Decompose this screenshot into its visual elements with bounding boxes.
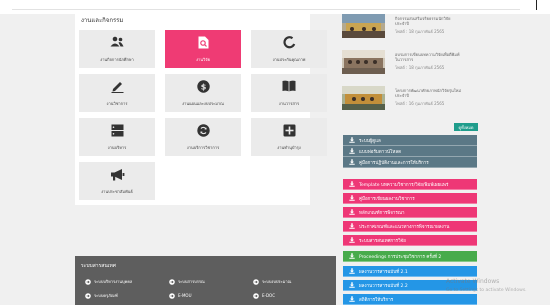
link-item[interactable]: แบบฟอร์มดาวน์โหลด [343, 146, 477, 157]
footer-link[interactable]: E-DOC [253, 292, 275, 299]
tile-label: งานบริหาร [107, 145, 127, 150]
arrow-circle-icon [253, 278, 259, 285]
news-title: อบรมการเขียนบทความวิจัยเพื่อตีพิมพ์ ในวาร… [395, 52, 460, 62]
text-cursor [536, 0, 537, 10]
link-item[interactable]: Proceedings การประชุมวิชาการ ครั้งที่ 2 [343, 251, 477, 262]
book-icon [251, 80, 327, 93]
link-item[interactable]: คู่มือการเขียนผลงานวิชาการ [343, 193, 477, 204]
info-systems-footer: ระบบสารสนเทศ ระบบบริหารงานบุคคล ระบบสารบ… [75, 256, 336, 305]
activation-watermark-title: Activate Windows [446, 278, 500, 285]
link-item[interactable]: ระบบผู้ดูแล [343, 135, 477, 146]
news-date: โพสต์ : 18 กุมภาพันธ์ 2565 [395, 65, 445, 70]
footer-link[interactable]: ระบบงบประมาณ [253, 278, 291, 285]
plus-square-icon [251, 124, 327, 137]
news-title: โครงการพัฒนาศักยภาพนักวิจัยรุ่นใหม่ ประจำ… [395, 88, 461, 98]
tile-maintenance[interactable]: งานทำนุบำรุง [251, 118, 327, 156]
tile-public-relations[interactable]: งานประชาสัมพันธ์ [79, 162, 155, 200]
link-item[interactable]: Template บทความวิชาการ/วิจัย/พิมพ์เผยแพร… [343, 179, 477, 190]
tile-plan-budget[interactable]: $ งานแผนและงบประมาณ [165, 74, 241, 112]
tile-label: งานบริการวิชาการ [186, 145, 220, 150]
tile-journal[interactable]: งานวารสาร [251, 74, 327, 112]
news-item[interactable]: อบรมการเขียนบทความวิจัยเพื่อตีพิมพ์ ในวาร… [340, 48, 480, 76]
download-icon [349, 181, 355, 187]
tile-label: งานประกันคุณภาพ [272, 57, 306, 62]
users-icon [79, 36, 155, 49]
link-item[interactable]: สถิติการให้บริการ [343, 294, 477, 305]
tile-academic-service[interactable]: งานบริการวิชาการ [165, 118, 241, 156]
arrow-circle-icon [169, 292, 175, 299]
tile-research[interactable]: งานวิจัย [165, 30, 241, 68]
news-thumbnail [342, 86, 385, 110]
svg-text:$: $ [200, 83, 206, 92]
footer-link[interactable]: ระบบครุภัณฑ์ [85, 292, 118, 299]
download-icon [349, 159, 355, 165]
tile-label: งานวิจัย [196, 57, 210, 62]
news-title: กิจกรรมส่งเสริมจริยธรรมนักวิจัย ประจำปี [395, 16, 451, 26]
activation-watermark-subtitle: Go to Settings to activate Windows. [446, 288, 527, 293]
news-item[interactable]: โครงการพัฒนาศักยภาพนักวิจัยรุ่นใหม่ ประจำ… [340, 84, 480, 112]
download-icon [349, 223, 355, 229]
arrow-circle-icon [85, 292, 91, 299]
dollar-icon: $ [165, 80, 241, 93]
tile-administration[interactable]: งานบริหาร [79, 118, 155, 156]
arrow-circle-icon [85, 278, 91, 285]
link-item[interactable]: คู่มือการปฏิบัติงานและการให้บริการ [343, 157, 477, 168]
link-item[interactable]: ผลงานวารสารฉบับที่ 2.1 [343, 266, 477, 277]
tile-label: งานกิจการนักศึกษา [100, 57, 134, 62]
arrow-circle-icon [169, 278, 175, 285]
tile-academic[interactable]: งานวิชาการ [79, 74, 155, 112]
footer-link[interactable]: E-MOU [169, 292, 192, 299]
search-document-icon [165, 36, 241, 49]
tile-label: งานแผนและงบประมาณ [182, 101, 224, 106]
download-icon [349, 253, 355, 259]
download-icon [349, 296, 355, 302]
news-thumbnail [342, 50, 385, 74]
tile-label: งานวารสาร [278, 101, 300, 106]
panel-title: งานและกิจกรรม [81, 17, 124, 24]
download-icon [349, 282, 355, 288]
news-item[interactable]: กิจกรรมส่งเสริมจริยธรรมนักวิจัย ประจำปี โ… [340, 12, 480, 40]
tile-label: งานทำนุบำรุง [277, 145, 301, 150]
download-icon [349, 268, 355, 274]
arrow-circle-icon [253, 292, 259, 299]
tile-student-affairs[interactable]: งานกิจการนักศึกษา [79, 30, 155, 68]
activities-panel: งานและกิจกรรม งานกิจการนักศึกษา งานวิจัย… [75, 11, 327, 205]
download-icon [349, 237, 355, 243]
download-icon [349, 148, 355, 154]
footer-link[interactable]: ระบบบริหารงานบุคคล [85, 278, 132, 285]
footer-title: ระบบสารสนเทศ [81, 263, 116, 269]
tile-label: งานวิชาการ [106, 101, 128, 106]
news-date: โพสต์ : 16 กุมภาพันธ์ 2565 [395, 101, 445, 106]
tile-label: งานประชาสัมพันธ์ [101, 189, 133, 194]
megaphone-icon [79, 168, 155, 181]
news-date: โพสต์ : 18 กุมภาพันธ์ 2565 [395, 29, 445, 34]
pen-icon [79, 80, 155, 93]
download-icon [349, 209, 355, 215]
link-item[interactable]: ระบบสารสนเทศการวิจัย [343, 235, 477, 246]
refresh-icon [165, 124, 241, 137]
circle-notch-icon [251, 36, 327, 49]
header-divider [12, 9, 520, 10]
download-icon [349, 195, 355, 201]
footer-link[interactable]: ระบบสารบรรณ [169, 278, 205, 285]
download-icon [349, 137, 355, 143]
server-icon [79, 124, 155, 137]
link-item[interactable]: หลักเกณฑ์การพิจารณา [343, 207, 477, 218]
tile-quality-assurance[interactable]: งานประกันคุณภาพ [251, 30, 327, 68]
news-thumbnail [342, 14, 385, 38]
view-all-button[interactable]: ดูทั้งหมด [454, 123, 478, 131]
link-item[interactable]: ประกาศเกณฑ์และแนวทางการพิจารณาผลงาน [343, 221, 477, 232]
